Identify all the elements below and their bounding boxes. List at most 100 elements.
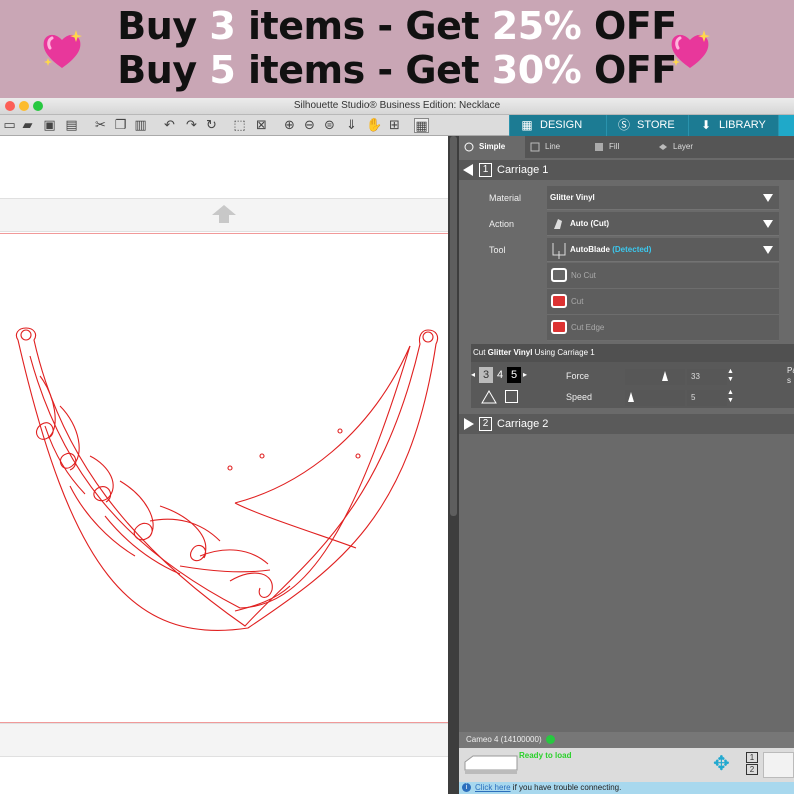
arrow-right-icon: ▸ [523, 370, 528, 379]
force-spinner[interactable]: 33 [687, 369, 727, 385]
help-link[interactable]: Click here [475, 783, 511, 792]
store-s-icon: Ⓢ [617, 118, 630, 132]
blade-icon [554, 219, 562, 229]
radio-circle-icon [464, 142, 474, 152]
tab-send[interactable] [778, 115, 794, 136]
carriage-label: Carriage 2 [497, 418, 549, 430]
cut-icon[interactable]: ✂ [93, 118, 108, 133]
copy-icon[interactable]: ❐ [113, 118, 128, 133]
no-cut-icon [551, 268, 567, 282]
load-arrow-up-icon[interactable] [211, 204, 237, 224]
mat-boundary-top [0, 233, 448, 234]
tab-library[interactable]: ⬇ LIBRARY [688, 115, 778, 136]
redo-icon[interactable]: ↷ [184, 118, 199, 133]
sparkling-heart-icon [671, 30, 710, 68]
chevron-down-icon [763, 246, 773, 254]
blade-digit: 3 [479, 367, 493, 383]
carriage-number: 2 [479, 417, 492, 431]
expand-arrow-icon[interactable] [464, 418, 474, 430]
force-slider[interactable] [625, 369, 685, 385]
cut-option-cut-edge[interactable]: Cut Edge [547, 315, 779, 341]
layer-icon [659, 144, 667, 150]
machine-status: Ready to load [519, 751, 572, 760]
undo-icon[interactable]: ↶ [162, 118, 177, 133]
library-download-icon: ⬇ [700, 118, 712, 132]
pattern-icon[interactable]: ▦ [414, 118, 429, 134]
info-icon: i [462, 783, 471, 792]
device-status-bar: Cameo 4 (14100000) [459, 732, 794, 748]
cut-option-no-cut[interactable]: No Cut [547, 263, 779, 289]
collapse-arrow-icon[interactable] [463, 164, 473, 176]
send-footer: Ready to load ✥ 1 2 [459, 748, 794, 782]
tab-layer[interactable]: Layer [653, 136, 717, 158]
zoom-out-icon[interactable]: ⊖ [302, 118, 317, 133]
speed-slider[interactable] [625, 390, 685, 406]
zoom-select-icon[interactable]: ⊜ [322, 118, 337, 133]
send-button[interactable] [763, 752, 794, 778]
speed-spinner[interactable]: 5 [687, 390, 727, 406]
select-all-icon[interactable]: ⬚ [232, 118, 247, 133]
speed-stepper-icon[interactable]: ▲ ▼ [727, 389, 734, 405]
arrow-left-icon: ◂ [471, 370, 476, 379]
new-document-icon[interactable]: ▭ [2, 118, 17, 133]
fill-icon [595, 143, 603, 151]
force-stepper-icon[interactable]: ▲ ▼ [727, 368, 734, 384]
cut-icon [551, 294, 567, 308]
tab-store[interactable]: Ⓢ STORE [606, 115, 688, 136]
help-text: if you have trouble connecting. [510, 783, 622, 792]
cameo-machine-icon [464, 755, 518, 774]
cutting-mat-bottom-band [0, 723, 448, 757]
tool-select[interactable]: AutoBlade (Detected) [547, 238, 779, 262]
deselect-icon[interactable]: ⊠ [254, 118, 269, 133]
carriage-1-header[interactable]: 1 Carriage 1 [459, 160, 794, 180]
checkbox[interactable] [505, 390, 518, 403]
promo-banner: Buy 3 items - Get 25% OFF Buy 5 items - … [0, 0, 794, 98]
open-folder-icon[interactable]: ▰ [20, 118, 35, 133]
chevron-down-icon [763, 194, 773, 202]
tab-simple[interactable]: Simple [459, 136, 525, 158]
refresh-icon[interactable]: ↻ [204, 118, 219, 133]
force-slider-thumb[interactable] [662, 371, 668, 381]
line-icon [530, 142, 540, 152]
carriage-label: Carriage 1 [497, 164, 549, 176]
panel-splitter-scrollbar[interactable] [448, 136, 459, 794]
device-name: Cameo 4 (14100000) [466, 735, 542, 744]
panel-subtabs: Simple Line Fill Layer [459, 136, 794, 158]
material-select[interactable]: Glitter Vinyl [547, 186, 779, 210]
action-label: Action [489, 219, 515, 229]
move-arrows-icon[interactable]: ✥ [713, 753, 730, 773]
passes-label-2: s [787, 376, 791, 385]
tab-line[interactable]: Line [525, 136, 589, 158]
carriage-select-1[interactable]: 1 [746, 752, 758, 763]
blade-digit: 4 [496, 369, 504, 381]
cut-option-cut[interactable]: Cut [547, 289, 779, 315]
blade-depth-selector[interactable]: ◂ 3 4 5 ▸ [471, 367, 533, 383]
connected-check-icon [545, 735, 555, 745]
necklace-design[interactable] [0, 316, 448, 636]
print-icon[interactable]: ▤ [64, 118, 79, 133]
carriage-2-header[interactable]: 2 Carriage 2 [459, 414, 794, 434]
save-icon[interactable]: ▣ [42, 118, 57, 133]
design-canvas[interactable] [0, 136, 448, 794]
material-label: Material [489, 193, 522, 203]
tab-design[interactable]: ▦ DESIGN [509, 115, 606, 136]
paste-icon[interactable]: ▥ [133, 118, 148, 133]
zoom-in-icon[interactable]: ⊕ [282, 118, 297, 133]
tool-label: Tool [489, 245, 506, 255]
triangle-tool-icon[interactable] [481, 390, 497, 404]
window-title: Silhouette Studio® Business Edition: Nec… [293, 100, 501, 111]
pan-hand-icon[interactable]: ✋ [366, 118, 382, 133]
passes-label: Pa [787, 366, 794, 375]
window-title-bar: Silhouette Studio® Business Edition: Nec… [0, 98, 794, 115]
speed-slider-thumb[interactable] [628, 392, 634, 402]
action-select[interactable]: Auto (Cut) [547, 212, 779, 236]
force-label: Force [566, 371, 590, 381]
toolbar: ▭ ▰ ▣ ▤ ✂ ❐ ▥ ↶ ↷ ↻ ⬚ ⊠ ⊕ ⊖ ⊜ ⇓ ✋ ⊞ ▦ ▦ … [0, 115, 794, 136]
blade-digit: 5 [507, 367, 521, 383]
move-down-icon[interactable]: ⇓ [344, 118, 359, 133]
autoblade-icon [552, 243, 566, 259]
tab-fill[interactable]: Fill [589, 136, 653, 158]
carriage-select-2[interactable]: 2 [746, 764, 758, 775]
scrollbar-thumb[interactable] [450, 136, 457, 516]
zoom-fit-icon[interactable]: ⊞ [387, 118, 402, 133]
